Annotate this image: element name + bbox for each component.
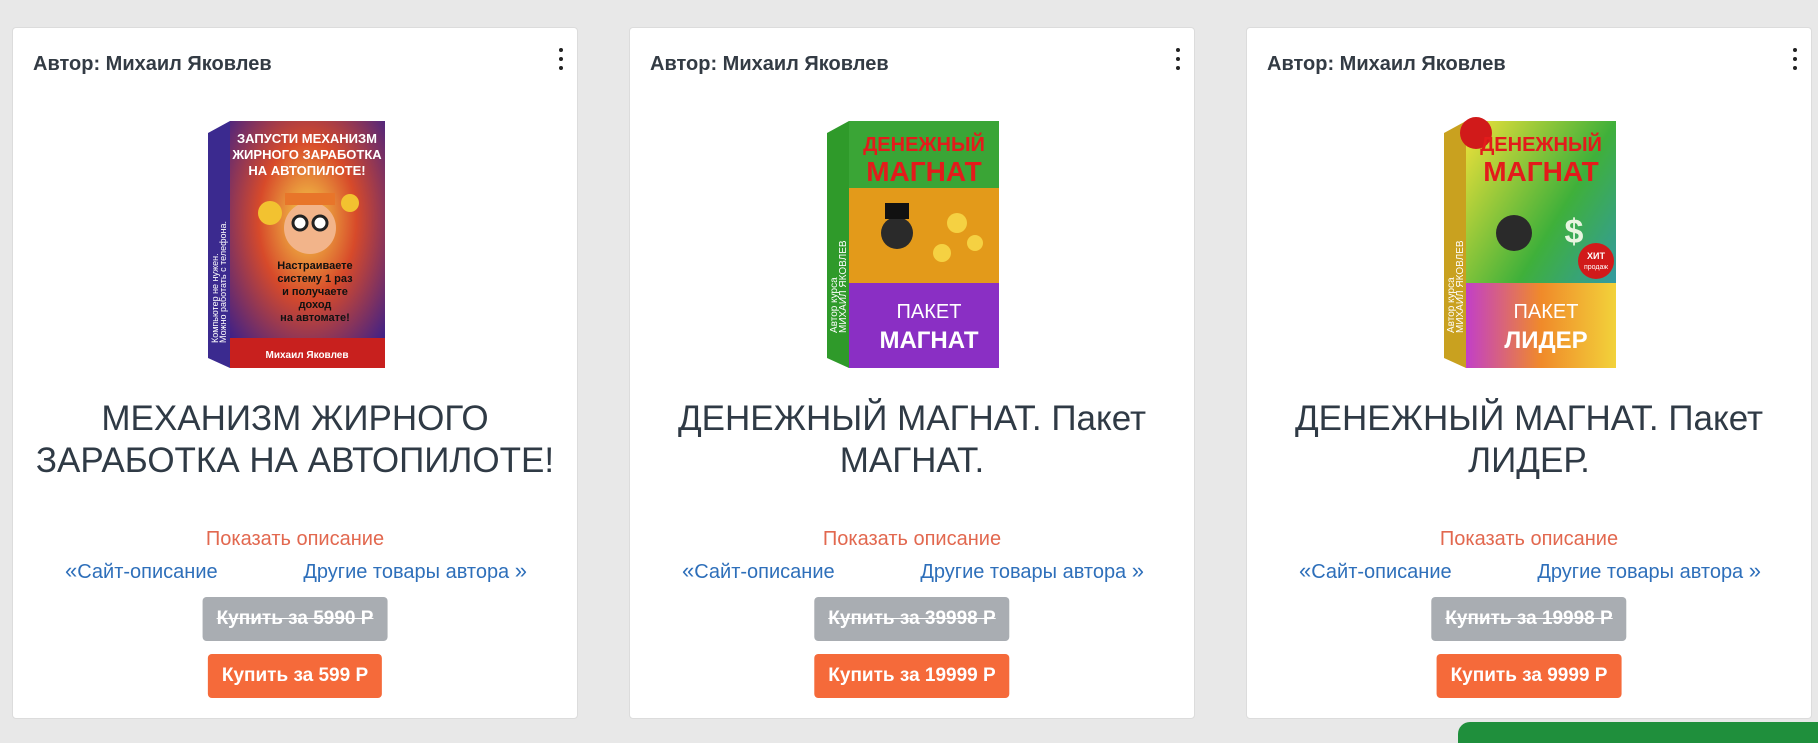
links-row: «Сайт-описание Другие товары автора »	[1247, 558, 1811, 584]
double-chevron-right-icon: »	[1131, 558, 1144, 583]
cover-text: МАГНАТ	[1483, 156, 1599, 187]
badge-text: ХИТ	[1587, 251, 1605, 261]
links-row: «Сайт-описание Другие товары автора »	[13, 558, 577, 584]
author-label: Автор: Михаил Яковлев	[1267, 53, 1506, 75]
kebab-menu-icon[interactable]	[1789, 48, 1801, 70]
product-card: Автор: Михаил Яковлев ДЕНЕЖНЫЙ МАГНАТ Ав…	[1246, 27, 1812, 719]
product-title[interactable]: МЕХАНИЗМ ЖИРНОГО ЗАРАБОТКА НА АВТОПИЛОТЕ…	[27, 398, 563, 482]
svg-text:$: $	[1565, 213, 1584, 251]
cover-text: НА АВТОПИЛОТЕ!	[248, 163, 365, 178]
double-chevron-right-icon: »	[1748, 558, 1761, 583]
cover-text: ЛИДЕР	[1504, 327, 1587, 354]
site-description-link[interactable]: «Сайт-описание	[682, 558, 835, 584]
other-products-link[interactable]: Другие товары автора »	[920, 558, 1144, 584]
old-price-button[interactable]: Купить за 39998 Р	[814, 597, 1010, 641]
chat-widget-tab[interactable]	[1458, 722, 1818, 743]
double-chevron-left-icon: «	[65, 558, 78, 583]
other-products-label: Другие товары автора	[303, 561, 510, 583]
cover-text: Михаил Яковлев	[266, 350, 349, 361]
old-price-button[interactable]: Купить за 5990 Р	[202, 597, 388, 641]
other-products-label: Другие товары автора	[1537, 561, 1744, 583]
old-price-button[interactable]: Купить за 19998 Р	[1431, 597, 1627, 641]
cover-text: ПАКЕТ	[1514, 301, 1579, 323]
product-card: Автор: Михаил Яковлев ЗАПУСТИ МЕХАНИЗМ Ж…	[12, 27, 578, 719]
other-products-link[interactable]: Другие товары автора »	[1537, 558, 1761, 584]
cover-text: ДЕНЕЖНЫЙ	[1480, 132, 1602, 156]
show-description-link[interactable]: Показать описание	[13, 528, 577, 551]
double-chevron-left-icon: «	[682, 558, 695, 583]
product-grid: Автор: Михаил Яковлев ЗАПУСТИ МЕХАНИЗМ Ж…	[0, 0, 1818, 743]
site-description-link[interactable]: «Сайт-описание	[65, 558, 218, 584]
cover-text: ЖИРНОГО ЗАРАБОТКА	[231, 147, 382, 162]
other-products-link[interactable]: Другие товары автора »	[303, 558, 527, 584]
cover-side-text: МИХАИЛ ЯКОВЛЕВ	[1455, 240, 1466, 333]
buy-button[interactable]: Купить за 9999 Р	[1436, 654, 1622, 698]
product-card: Автор: Михаил Яковлев ДЕНЕЖНЫЙ МАГНАТ Ав…	[629, 27, 1195, 719]
cover-text: МАГНАТ	[866, 156, 982, 187]
cover-text: ПАКЕТ	[897, 301, 962, 323]
product-cover-image: ЗАПУСТИ МЕХАНИЗМ ЖИРНОГО ЗАРАБОТКА НА АВ…	[190, 103, 400, 378]
show-description-link[interactable]: Показать описание	[630, 528, 1194, 551]
cover-side-text: Можно работать с телефона.	[218, 221, 228, 343]
cover-text: систему 1 раз	[277, 273, 353, 285]
product-cover-image: ДЕНЕЖНЫЙ МАГНАТ Автор курса МИХАИЛ ЯКОВЛ…	[1424, 103, 1634, 378]
kebab-menu-icon[interactable]	[1172, 48, 1184, 70]
cover-text: ЗАПУСТИ МЕХАНИЗМ	[237, 131, 377, 146]
double-chevron-right-icon: »	[514, 558, 527, 583]
site-description-link[interactable]: «Сайт-описание	[1299, 558, 1452, 584]
other-products-label: Другие товары автора	[920, 561, 1127, 583]
product-title[interactable]: ДЕНЕЖНЫЙ МАГНАТ. Пакет ЛИДЕР.	[1261, 398, 1797, 482]
show-description-link[interactable]: Показать описание	[1247, 528, 1811, 551]
double-chevron-left-icon: «	[1299, 558, 1312, 583]
buy-button[interactable]: Купить за 599 Р	[207, 654, 383, 698]
cover-text: доход	[299, 299, 332, 311]
links-row: «Сайт-описание Другие товары автора »	[630, 558, 1194, 584]
cover-text: МАГНАТ	[879, 327, 978, 354]
cover-text: Настраиваете	[277, 260, 352, 272]
author-label: Автор: Михаил Яковлев	[650, 53, 889, 75]
site-description-label: Сайт-описание	[694, 561, 835, 583]
cover-side-text: МИХАИЛ ЯКОВЛЕВ	[838, 240, 849, 333]
kebab-menu-icon[interactable]	[555, 48, 567, 70]
site-description-label: Сайт-описание	[1311, 561, 1452, 583]
site-description-label: Сайт-описание	[77, 561, 218, 583]
author-label: Автор: Михаил Яковлев	[33, 53, 272, 75]
cover-text: ДЕНЕЖНЫЙ	[863, 132, 985, 156]
cover-text: и получаете	[282, 286, 348, 298]
product-title[interactable]: ДЕНЕЖНЫЙ МАГНАТ. Пакет МАГНАТ.	[644, 398, 1180, 482]
buy-button[interactable]: Купить за 19999 Р	[814, 654, 1010, 698]
badge-text: продаж	[1584, 264, 1608, 271]
product-cover-image: ДЕНЕЖНЫЙ МАГНАТ Автор курса МИХАИЛ ЯКОВЛ…	[807, 103, 1017, 378]
cover-text: на автомате!	[280, 312, 350, 324]
